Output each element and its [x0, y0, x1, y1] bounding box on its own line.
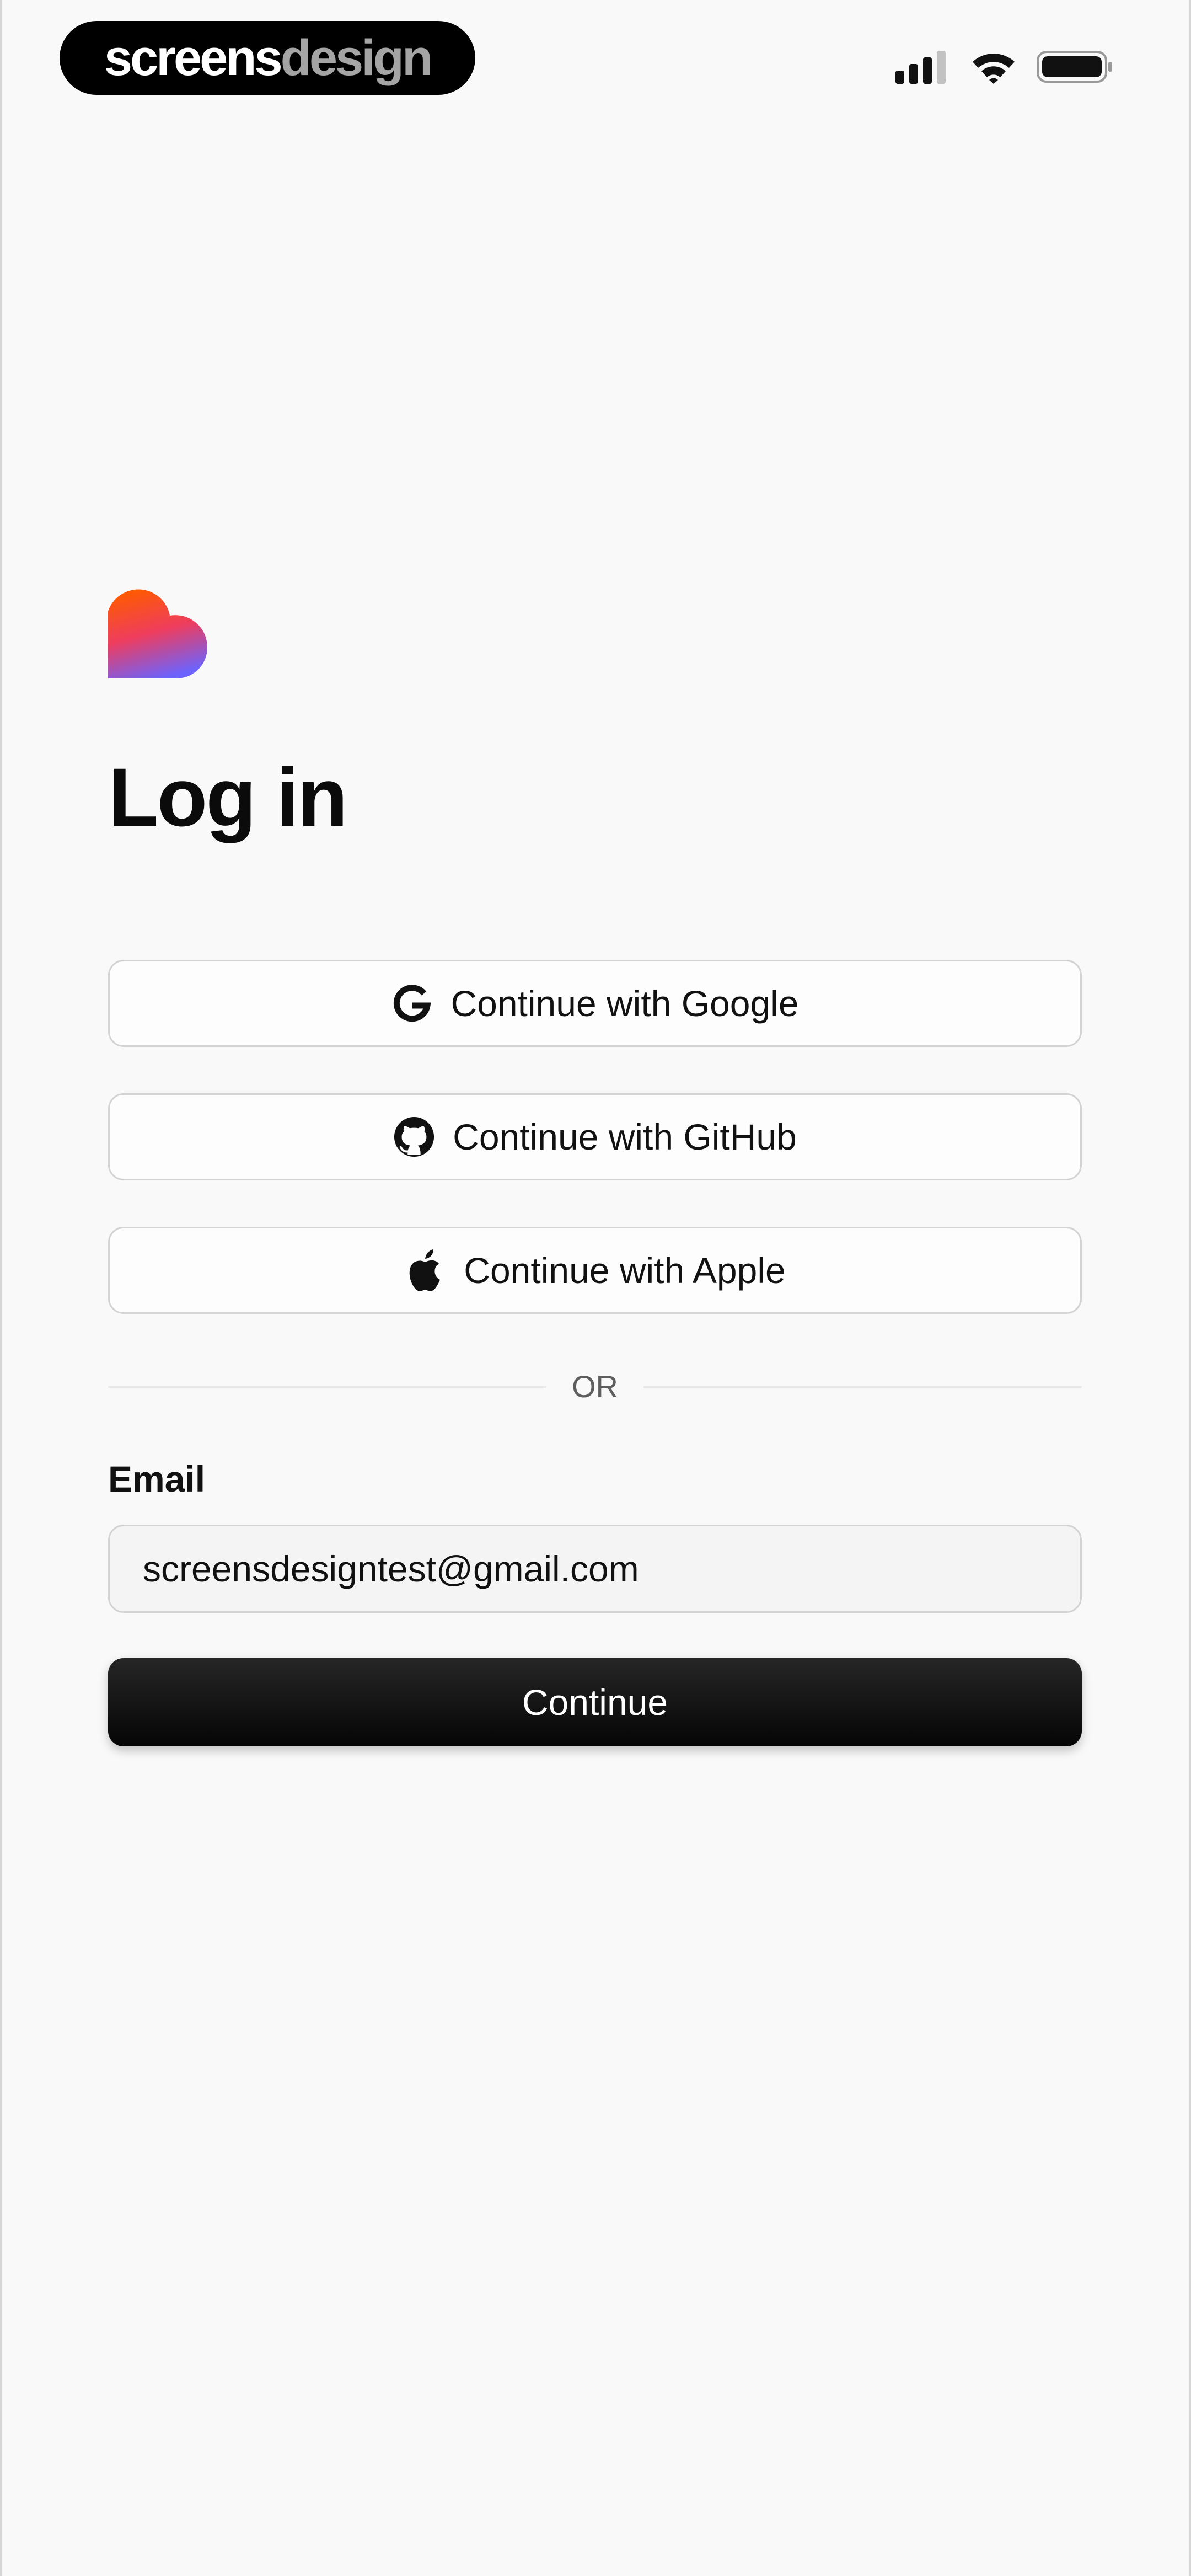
continue-with-github-button[interactable]: Continue with GitHub: [108, 1093, 1082, 1180]
email-input[interactable]: [108, 1525, 1082, 1613]
email-label: Email: [108, 1458, 206, 1499]
continue-button[interactable]: Continue: [108, 1658, 1082, 1746]
wifi-icon: [973, 54, 1015, 84]
signal-icon: [895, 50, 951, 84]
continue-button-label: Continue: [522, 1682, 668, 1723]
apple-icon: [404, 1249, 446, 1291]
divider-text: OR: [572, 1369, 618, 1404]
continue-with-google-button[interactable]: Continue with Google: [108, 960, 1082, 1047]
divider-line-right: [643, 1386, 1082, 1388]
page-title: Log in: [108, 751, 348, 843]
app-logo: [108, 589, 207, 678]
or-divider: OR: [108, 1365, 1082, 1409]
status-bar: screens design: [0, 0, 1191, 116]
battery-icon: [1037, 51, 1112, 83]
apple-button-label: Continue with Apple: [464, 1250, 786, 1291]
brand-text-design: design: [280, 30, 433, 86]
brand-text-screens: screens: [104, 30, 283, 86]
google-button-label: Continue with Google: [450, 983, 799, 1024]
google-icon: [391, 982, 433, 1024]
continue-with-apple-button[interactable]: Continue with Apple: [108, 1227, 1082, 1314]
brand-watermark: screens design: [60, 21, 475, 95]
status-icons: [895, 46, 1114, 87]
frame-edge-left: [0, 0, 2, 2576]
github-button-label: Continue with GitHub: [453, 1116, 797, 1157]
github-icon: [393, 1116, 435, 1158]
divider-line-left: [108, 1386, 546, 1388]
